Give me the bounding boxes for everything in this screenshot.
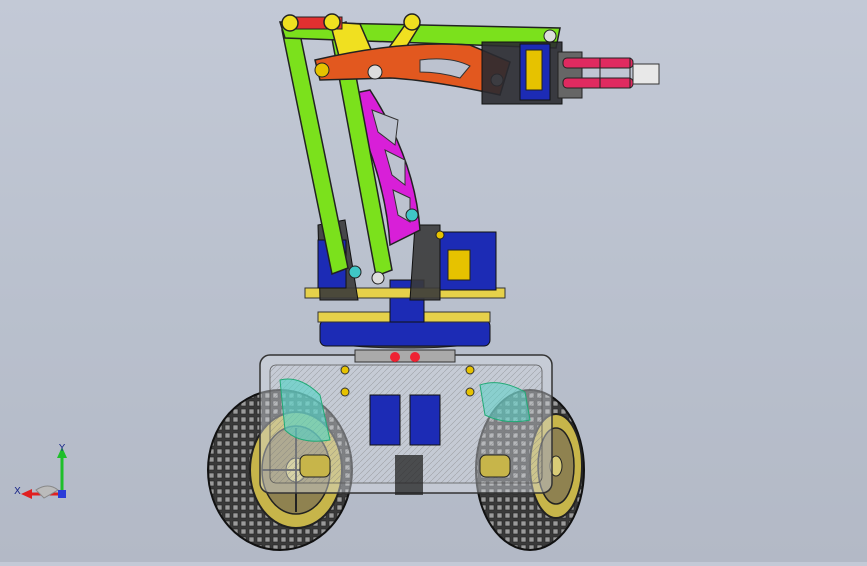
robot-model-drawing xyxy=(207,13,660,551)
chassis xyxy=(259,349,553,495)
x-axis-label: X xyxy=(14,486,21,497)
joint-bearing xyxy=(405,208,419,222)
axes-icon xyxy=(21,447,67,499)
coordinate-triad[interactable]: Y X xyxy=(14,442,80,506)
model-viewport[interactable]: Y X xyxy=(0,0,867,562)
joint-bearing xyxy=(371,271,385,285)
y-axis-label: Y xyxy=(59,443,66,454)
joint-bearing xyxy=(348,265,362,279)
gripper xyxy=(481,41,660,105)
